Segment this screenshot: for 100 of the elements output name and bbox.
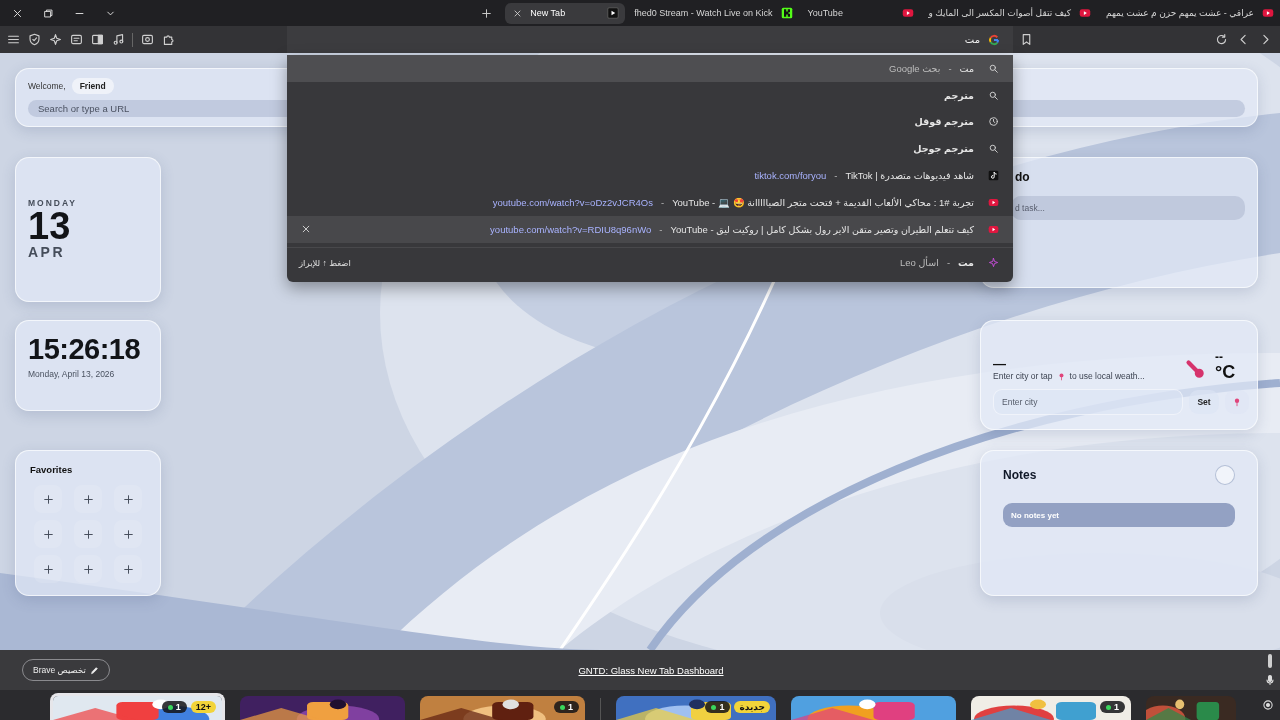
weather-hint: Enter city or tap — [993, 371, 1053, 381]
suggestion-row[interactable]: مترجم — [287, 81, 1013, 109]
add-favorite-button[interactable] — [74, 520, 102, 548]
plus-icon — [42, 493, 54, 505]
suggestion-url: tiktok.com/foryou — [754, 170, 827, 182]
suggestion-title: مت — [958, 257, 974, 269]
plus-icon — [122, 563, 134, 575]
suggestion-detail: بحث Google — [889, 62, 941, 74]
sparkle-icon — [988, 257, 999, 269]
menu-icon — [6, 33, 20, 46]
clock-date: Monday, April 13, 2026 — [28, 369, 116, 379]
shield-icon — [27, 33, 41, 46]
shortcut-hint: اضغط ↑ للإبراز — [299, 257, 351, 268]
mic-icon — [1264, 674, 1276, 686]
restore-icon — [43, 7, 54, 19]
suggestion-title: شاهد فيديوهات متصدرة | TikTok — [845, 170, 974, 182]
pencil-icon — [89, 665, 99, 675]
play-logo-icon — [988, 223, 999, 235]
play-logo-icon — [1078, 7, 1091, 19]
plus-icon — [82, 563, 94, 575]
search-icon — [988, 62, 999, 74]
empty-notes-text: No notes yet — [1011, 510, 1059, 520]
weather-condition: — — [993, 357, 1007, 371]
search-engine-icon — [988, 33, 1000, 46]
add-favorite-button[interactable] — [34, 520, 62, 548]
note-logo-icon — [988, 170, 999, 182]
search-icon — [988, 143, 999, 155]
play-logo-icon — [901, 7, 914, 19]
add-favorite-button[interactable] — [114, 555, 142, 583]
puzzle-icon — [161, 33, 175, 46]
add-favorite-button[interactable] — [74, 485, 102, 513]
music-note-icon — [111, 33, 125, 46]
plus-icon — [480, 7, 492, 19]
search-icon — [988, 89, 999, 101]
plus-icon — [42, 528, 54, 540]
add-favorite-button[interactable] — [74, 555, 102, 583]
weather-hint: to use local weath... — [1069, 371, 1145, 381]
suggestion-title: مترجم قوقل — [914, 116, 974, 128]
play-icon — [607, 7, 620, 19]
scrollbar-thumb[interactable] — [1268, 654, 1272, 668]
browser-tab[interactable]: New Tab — [505, 2, 626, 24]
plus-icon — [82, 493, 94, 505]
plus-icon — [122, 493, 134, 505]
browser-tab[interactable]: fhed0 Stream - Watch Live on Kick — [626, 2, 799, 24]
notes-title: Notes — [1003, 468, 1037, 482]
target-icon — [1262, 699, 1274, 711]
city-field[interactable]: Enter city — [993, 389, 1183, 415]
suggestion-title: تجربة #1 : محاكي الألعاب القديمة + فتحت متجر الصيااااانة 🤩 💻 - YouTube — [672, 196, 974, 208]
pin-icon — [1232, 397, 1242, 407]
browser-tab[interactable]: كيف تتقل أصوات المكسر الى المايك و — [920, 2, 1097, 24]
plus-icon — [82, 528, 94, 540]
dashboard-link[interactable]: GNTD: Glass New Tab Dashboard — [578, 664, 724, 676]
game-tag: جديدة — [734, 701, 770, 713]
suggestion-row[interactable]: مت - بحث Google — [287, 55, 1013, 82]
play-logo-icon — [988, 196, 999, 208]
name-chip[interactable]: Friend — [71, 78, 114, 94]
reader-icon — [69, 33, 83, 46]
browser-tab[interactable]: عراقي - عشت يمهم حزن م عشت يمهم — [1097, 2, 1280, 24]
suggestion-url: youtube.com/watch?v=oDz2vJCR4Os — [492, 196, 653, 208]
add-favorite-button[interactable] — [34, 485, 62, 513]
history-icon — [988, 116, 999, 128]
suggestion-title: مترجم — [944, 89, 974, 101]
selected-tile-frame[interactable]: 1 12+ — [50, 693, 225, 720]
sparkle-icon — [48, 33, 62, 46]
suggestion-detail: اسأل Leo — [899, 257, 939, 269]
suggestion-row[interactable]: مت - اسأل Leo اضغط ↑ للإبراز — [287, 246, 1013, 278]
separator-text: - — [946, 257, 951, 269]
suggestion-url: youtube.com/watch?v=RDIU8q96nWo — [490, 223, 652, 235]
clock-time: 15:26:18 — [28, 333, 142, 366]
suggestion-row[interactable]: مترجم جوجل — [287, 135, 1013, 163]
add-favorite-button[interactable] — [34, 555, 62, 583]
separator-text: - — [948, 62, 952, 74]
thermometer-icon — [1183, 357, 1207, 381]
add-favorite-button[interactable] — [114, 520, 142, 548]
plus-icon — [42, 563, 54, 575]
welcome-label: Welcome, — [28, 81, 66, 91]
set-button[interactable]: Set — [1189, 390, 1219, 414]
address-bar[interactable]: مت — [287, 26, 1013, 53]
separator-text: - — [660, 196, 665, 208]
suggestion-title: كيف تتعلم الطيران وتصير متقن الاير رول بشكل كامل | روكيت ليق - YouTube — [670, 223, 974, 235]
add-favorite-button[interactable] — [114, 485, 142, 513]
close-icon — [12, 7, 23, 19]
logo-icon — [780, 7, 793, 19]
suggestion-title: مت — [959, 62, 974, 74]
screenshot-icon — [140, 33, 154, 46]
plus-icon — [122, 528, 134, 540]
temperature-unit: °C — [1215, 363, 1236, 381]
play-logo-icon — [1262, 7, 1274, 19]
address-text: مت — [964, 34, 980, 45]
month-label: APR — [28, 244, 67, 260]
separator-text: - — [834, 170, 838, 182]
todo-title: do — [1015, 170, 1031, 184]
browser-tab[interactable]: YouTube — [799, 2, 920, 24]
suggestion-title: مترجم جوجل — [913, 143, 974, 155]
reload-icon — [1214, 33, 1228, 46]
day-number: 13 — [28, 208, 71, 244]
suggestion-row[interactable]: مترجم قوقل — [287, 108, 1013, 136]
favorites-title: Favorites — [30, 464, 74, 475]
weekday-label: MONDAY — [28, 198, 78, 208]
temperature: -- — [1215, 351, 1223, 363]
